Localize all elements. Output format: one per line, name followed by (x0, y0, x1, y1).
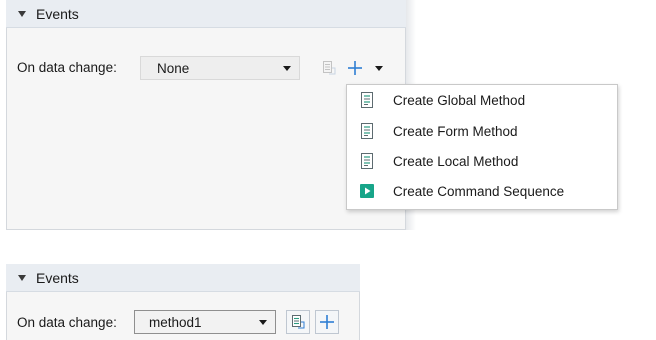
create-method-menu: Create Global Method Create Form Method … (346, 84, 618, 210)
on-data-change-combo[interactable]: method1 (134, 310, 276, 334)
edit-method-button[interactable] (318, 56, 340, 80)
section-title: Events (36, 5, 79, 22)
menu-item-label: Create Form Method (393, 123, 518, 139)
edit-method-button[interactable] (286, 310, 310, 334)
combo-value: method1 (149, 314, 202, 330)
create-method-dropdown-toggle[interactable] (372, 56, 386, 80)
menu-item-label: Create Local Method (393, 153, 519, 169)
edit-method-icon (292, 315, 305, 329)
collapse-triangle-icon[interactable] (18, 10, 26, 17)
collapse-triangle-icon[interactable] (18, 274, 26, 281)
on-data-change-combo[interactable]: None (140, 56, 300, 80)
method-document-icon (361, 123, 373, 139)
plus-icon (348, 61, 362, 75)
plus-icon (320, 315, 334, 329)
chevron-down-icon (283, 65, 291, 71)
menu-item-label: Create Global Method (393, 92, 526, 108)
menu-item-label: Create Command Sequence (393, 183, 565, 199)
menu-item-create-command-sequence[interactable]: Create Command Sequence (347, 176, 617, 206)
chevron-down-icon (375, 65, 383, 71)
events-section-header[interactable]: Events (6, 0, 406, 28)
on-data-change-label: On data change: (17, 315, 117, 330)
edit-method-icon (323, 61, 336, 75)
command-sequence-play-icon (360, 184, 374, 198)
combo-value: None (157, 60, 190, 76)
events-section-header[interactable]: Events (6, 264, 360, 292)
menu-item-create-local-method[interactable]: Create Local Method (347, 146, 617, 176)
method-document-icon (361, 92, 373, 108)
menu-item-create-global-method[interactable]: Create Global Method (347, 85, 617, 115)
method-document-icon (361, 153, 373, 169)
on-data-change-label: On data change: (17, 60, 117, 75)
create-method-button[interactable] (315, 310, 339, 334)
chevron-down-icon (259, 319, 267, 325)
create-method-button[interactable] (344, 56, 366, 80)
section-title: Events (36, 269, 79, 286)
menu-item-create-form-method[interactable]: Create Form Method (347, 116, 617, 146)
